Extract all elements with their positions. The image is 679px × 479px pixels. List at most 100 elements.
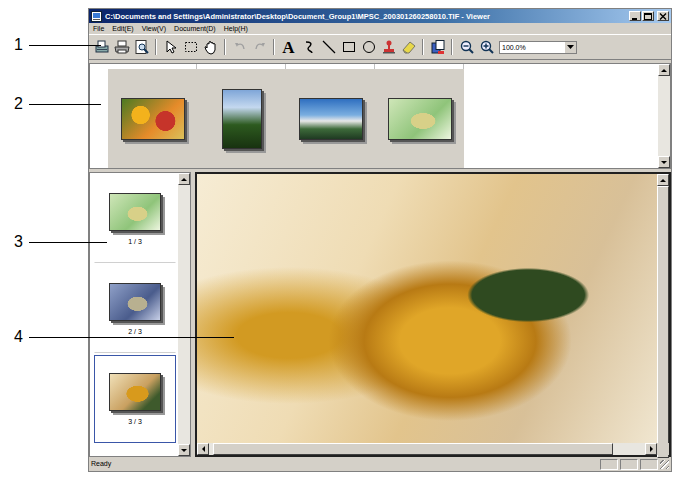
document-thumbnail: [299, 98, 363, 140]
title-bar[interactable]: C:\Documents and Settings\Administrator\…: [89, 9, 671, 23]
eraser-icon: [401, 39, 417, 55]
callout-label: 2: [14, 95, 23, 113]
close-icon: [659, 13, 667, 20]
scroll-thumb[interactable]: [213, 443, 613, 455]
status-pane: [640, 459, 658, 470]
document-thumbnail: [222, 89, 262, 149]
zoom-select[interactable]: 100.0%: [499, 41, 577, 54]
menu-item[interactable]: Edit(E): [112, 23, 133, 34]
window-controls: [629, 11, 669, 21]
document-item[interactable]: [197, 64, 286, 168]
page-thumbnail: [109, 193, 161, 231]
preview-button[interactable]: [132, 38, 151, 57]
page-label: 1 / 3: [128, 237, 142, 246]
right-arrow-icon: [650, 446, 653, 452]
horizontal-scrollbar[interactable]: [197, 443, 669, 455]
minimize-icon: [631, 13, 639, 20]
down-arrow-icon: [661, 161, 667, 164]
area-select-button[interactable]: [181, 38, 200, 57]
hand-icon: [203, 39, 219, 55]
scroll-thumb[interactable]: [657, 186, 669, 446]
scan-button[interactable]: [92, 38, 111, 57]
maximize-icon: [644, 13, 652, 20]
printer-icon: [114, 39, 130, 55]
stamp-button[interactable]: [379, 38, 398, 57]
vertical-scrollbar[interactable]: [178, 173, 190, 456]
menu-item[interactable]: Help(H): [224, 23, 248, 34]
status-pane: [620, 459, 638, 470]
undo-icon: [232, 39, 248, 55]
rectangle-button[interactable]: [339, 38, 358, 57]
page-item[interactable]: 2 / 3: [94, 265, 176, 353]
document-list: [108, 64, 464, 168]
toolbar: A 100.0%: [89, 34, 671, 60]
document-item[interactable]: [108, 64, 197, 168]
scanner-icon: [94, 39, 110, 55]
close-button[interactable]: [657, 11, 669, 21]
line-button[interactable]: [319, 38, 338, 57]
scroll-track: [657, 186, 669, 446]
callout-label: 1: [14, 36, 23, 54]
print-button[interactable]: [112, 38, 131, 57]
scroll-right-button[interactable]: [645, 443, 657, 455]
callout-line: [29, 242, 107, 243]
scroll-down-button[interactable]: [178, 444, 190, 456]
page-item[interactable]: 1 / 3: [94, 175, 176, 263]
ellipse-button[interactable]: [359, 38, 378, 57]
text-tool-icon: A: [282, 38, 294, 57]
vertical-scrollbar[interactable]: [657, 174, 669, 443]
scroll-up-button[interactable]: [178, 173, 190, 185]
lower-pane: 1 / 3 2 / 3 3 / 3: [89, 172, 671, 457]
redo-button[interactable]: [250, 38, 269, 57]
freehand-button[interactable]: [299, 38, 318, 57]
page-list-panel: 1 / 3 2 / 3 3 / 3: [89, 172, 191, 457]
up-arrow-icon: [661, 69, 667, 72]
page-thumbnail: [109, 373, 161, 411]
page-list: 1 / 3 2 / 3 3 / 3: [90, 173, 178, 456]
document-item[interactable]: [286, 64, 375, 168]
scroll-track: [658, 76, 670, 156]
zoom-out-button[interactable]: [457, 38, 476, 57]
undo-button[interactable]: [230, 38, 249, 57]
stamp-icon: [381, 39, 397, 55]
callout: 1: [14, 36, 101, 54]
page-label: 3 / 3: [128, 417, 142, 426]
page-label: 2 / 3: [128, 327, 142, 336]
document-body: [375, 69, 464, 168]
minimize-button[interactable]: [629, 11, 641, 21]
resize-grip-icon[interactable]: [660, 460, 669, 469]
maximize-button[interactable]: [642, 11, 654, 21]
line-icon: [321, 39, 337, 55]
document-thumbnail: [388, 98, 452, 140]
status-bar: Ready: [89, 457, 671, 471]
up-arrow-icon: [181, 178, 187, 181]
select-button[interactable]: [161, 38, 180, 57]
callout-line: [29, 104, 101, 105]
scroll-left-button[interactable]: [197, 443, 209, 455]
scroll-down-button[interactable]: [658, 156, 670, 168]
scroll-track: [209, 443, 645, 455]
circle-icon: [361, 39, 377, 55]
document-item[interactable]: [375, 64, 464, 168]
zoom-dropdown-button[interactable]: [564, 42, 576, 53]
scroll-up-button[interactable]: [658, 64, 670, 76]
status-text: Ready: [91, 459, 598, 469]
pan-button[interactable]: [201, 38, 220, 57]
print-preview-icon: [134, 39, 150, 55]
menu-item[interactable]: Document(D): [174, 23, 216, 34]
marquee-icon: [183, 39, 199, 55]
zoom-in-button[interactable]: [477, 38, 496, 57]
vertical-scrollbar[interactable]: [658, 64, 670, 168]
text-tool-button[interactable]: A: [279, 38, 298, 57]
zoom-in-icon: [479, 39, 495, 55]
document-header: [375, 64, 464, 69]
page-properties-button[interactable]: [428, 38, 447, 57]
scroll-up-button[interactable]: [657, 174, 669, 186]
down-arrow-icon: [181, 449, 187, 452]
menu-item[interactable]: File: [93, 23, 104, 34]
menu-item[interactable]: View(V): [142, 23, 166, 34]
page-item[interactable]: 3 / 3: [94, 355, 176, 443]
document-image[interactable]: [197, 174, 657, 443]
eraser-button[interactable]: [399, 38, 418, 57]
rectangle-icon: [341, 39, 357, 55]
